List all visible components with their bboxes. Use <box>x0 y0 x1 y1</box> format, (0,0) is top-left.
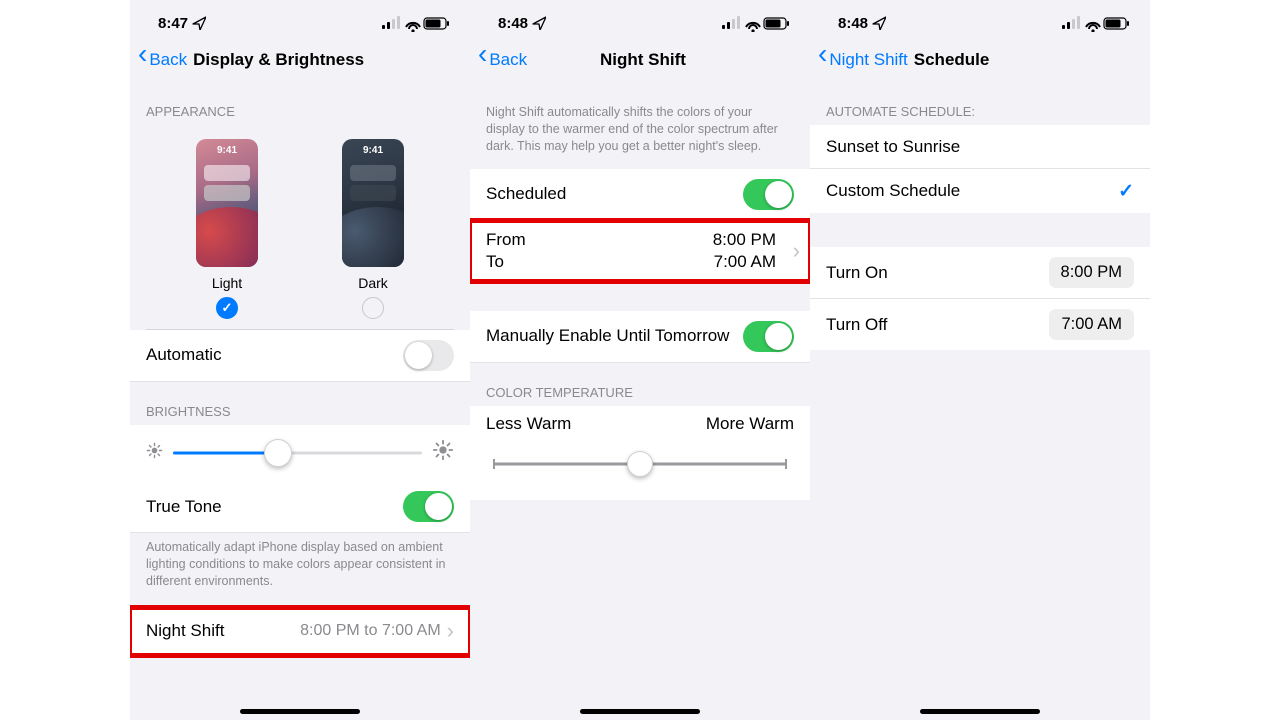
light-label: Light <box>196 275 258 291</box>
status-bar: 8:47 <box>130 0 470 38</box>
automate-header: AUTOMATE SCHEDULE: <box>810 82 1150 125</box>
nav-bar: Back Night Shift <box>470 38 810 82</box>
brightness-slider[interactable] <box>173 439 422 467</box>
night-shift-detail: 8:00 PM to 7:00 AM <box>300 622 441 640</box>
from-label: From <box>486 230 526 250</box>
option-sunset-sunrise[interactable]: Sunset to Sunrise <box>810 125 1150 169</box>
chevron-left-icon <box>818 50 827 70</box>
back-label: Night Shift <box>829 50 907 70</box>
dark-radio[interactable] <box>362 297 384 319</box>
status-indicators <box>1062 15 1132 32</box>
screen-night-shift: 8:48 Back Night Shift Night Shift automa… <box>470 0 810 720</box>
nav-bar: Back Display & Brightness <box>130 38 470 82</box>
option-custom-schedule[interactable]: Custom Schedule <box>810 169 1150 213</box>
manual-enable-toggle[interactable] <box>743 321 794 352</box>
night-shift-row[interactable]: Night Shift 8:00 PM to 7:00 AM <box>130 608 470 655</box>
scheduled-row: Scheduled <box>470 169 810 221</box>
more-warm-label: More Warm <box>706 414 794 434</box>
checkmark-icon <box>1118 180 1134 203</box>
status-indicators <box>722 15 792 32</box>
status-time: 8:47 <box>158 15 188 32</box>
location-icon <box>532 16 546 30</box>
chevron-right-icon <box>447 618 454 644</box>
appearance-header: APPEARANCE <box>130 82 470 125</box>
automatic-toggle[interactable] <box>403 340 454 371</box>
home-indicator[interactable] <box>580 709 700 714</box>
brightness-header: BRIGHTNESS <box>130 382 470 425</box>
chevron-left-icon <box>478 50 487 70</box>
chevron-left-icon <box>138 50 147 70</box>
dark-thumbnail: 9:41 <box>342 139 404 267</box>
turn-off-value[interactable]: 7:00 AM <box>1049 309 1134 340</box>
manual-enable-label: Manually Enable Until Tomorrow <box>486 326 743 346</box>
automatic-label: Automatic <box>146 345 403 365</box>
sun-min-icon <box>146 442 163 464</box>
custom-label: Custom Schedule <box>826 181 1118 201</box>
back-label: Back <box>149 50 187 70</box>
appearance-option-dark[interactable]: 9:41 Dark <box>342 139 404 319</box>
color-temp-header: COLOR TEMPERATURE <box>470 363 810 406</box>
color-temp-row: Less Warm More Warm <box>470 406 810 500</box>
brightness-row <box>130 425 470 481</box>
light-radio[interactable] <box>216 297 238 319</box>
turn-on-label: Turn On <box>826 263 1049 283</box>
turn-on-row[interactable]: Turn On 8:00 PM <box>810 247 1150 299</box>
status-time: 8:48 <box>838 15 868 32</box>
less-warm-label: Less Warm <box>486 414 571 434</box>
from-value: 8:00 PM <box>713 230 776 250</box>
nav-bar: Night Shift Schedule <box>810 38 1150 82</box>
chevron-right-icon: › <box>793 238 800 264</box>
turn-on-value[interactable]: 8:00 PM <box>1049 257 1134 288</box>
screen-schedule: 8:48 Night Shift Schedule AUTOMATE SCHED… <box>810 0 1150 720</box>
back-button[interactable]: Night Shift <box>818 50 908 70</box>
back-label: Back <box>489 50 527 70</box>
scheduled-label: Scheduled <box>486 184 743 204</box>
status-indicators <box>382 15 452 32</box>
back-button[interactable]: Back <box>138 50 187 70</box>
home-indicator[interactable] <box>920 709 1040 714</box>
true-tone-toggle[interactable] <box>403 491 454 522</box>
back-button[interactable]: Back <box>478 50 527 70</box>
status-time: 8:48 <box>498 15 528 32</box>
page-title: Display & Brightness <box>193 50 364 70</box>
night-shift-label: Night Shift <box>146 621 300 641</box>
turn-off-label: Turn Off <box>826 315 1049 335</box>
turn-off-row[interactable]: Turn Off 7:00 AM <box>810 299 1150 350</box>
location-icon <box>872 16 886 30</box>
status-bar: 8:48 <box>810 0 1150 38</box>
to-label: To <box>486 252 504 272</box>
sunset-label: Sunset to Sunrise <box>826 137 1134 157</box>
sun-max-icon <box>432 439 454 466</box>
light-thumbnail: 9:41 <box>196 139 258 267</box>
automatic-row: Automatic <box>130 330 470 382</box>
color-temp-slider[interactable] <box>494 452 786 476</box>
true-tone-label: True Tone <box>146 497 403 517</box>
true-tone-footer: Automatically adapt iPhone display based… <box>130 533 470 594</box>
schedule-from-to-row[interactable]: From 8:00 PM To 7:00 AM › <box>470 221 810 281</box>
night-shift-intro: Night Shift automatically shifts the col… <box>470 82 810 159</box>
appearance-picker: 9:41 Light 9:41 Dark <box>130 125 470 329</box>
page-title: Schedule <box>914 50 990 70</box>
screen-display-brightness: 8:47 Back Display & Brightness APPEARANC… <box>130 0 470 720</box>
scheduled-toggle[interactable] <box>743 179 794 210</box>
appearance-option-light[interactable]: 9:41 Light <box>196 139 258 319</box>
true-tone-row: True Tone <box>130 481 470 533</box>
dark-label: Dark <box>342 275 404 291</box>
status-bar: 8:48 <box>470 0 810 38</box>
to-value: 7:00 AM <box>714 252 776 272</box>
manual-enable-row: Manually Enable Until Tomorrow <box>470 311 810 363</box>
location-icon <box>192 16 206 30</box>
home-indicator[interactable] <box>240 709 360 714</box>
